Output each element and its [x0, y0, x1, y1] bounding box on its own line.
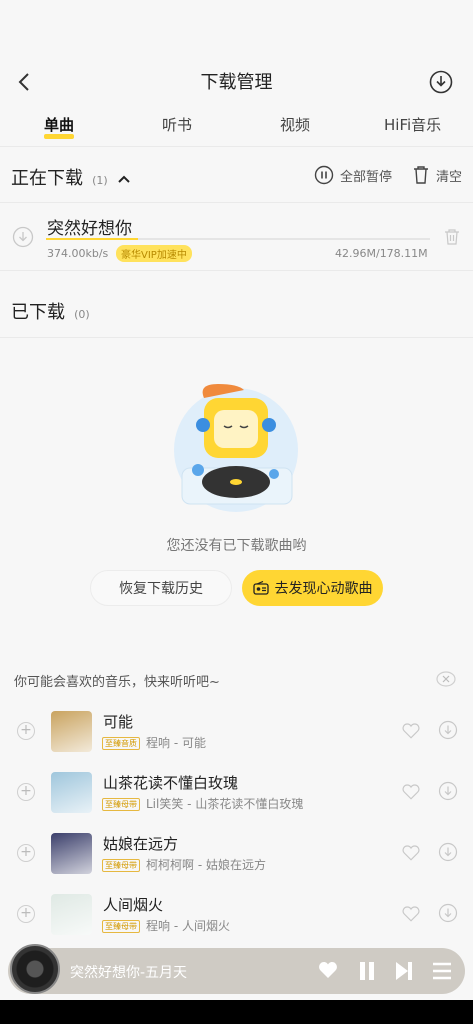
- downloading-count: (1): [92, 174, 108, 187]
- song-title: 人间烟火: [103, 896, 164, 914]
- heart-icon[interactable]: [402, 722, 420, 740]
- empty-state-text: 您还没有已下载歌曲哟: [166, 538, 307, 554]
- playlist-icon[interactable]: [432, 961, 452, 981]
- album-cover-disc[interactable]: [10, 944, 60, 994]
- heart-icon[interactable]: [402, 905, 420, 923]
- download-icon[interactable]: [438, 781, 458, 801]
- pause-all-button[interactable]: 全部暂停: [314, 165, 392, 185]
- tab-hifi[interactable]: HiFi音乐: [384, 114, 441, 135]
- page-title: 下载管理: [200, 72, 273, 93]
- heart-icon[interactable]: [402, 844, 420, 862]
- album-cover[interactable]: [51, 833, 92, 874]
- album-cover[interactable]: [51, 772, 92, 813]
- vip-accelerate-badge: 豪华VIP加速中: [116, 245, 192, 262]
- dj-mascot-illustration: [174, 384, 298, 512]
- downloading-title: 正在下载: [11, 168, 83, 189]
- close-icon[interactable]: [436, 671, 456, 687]
- downloading-header[interactable]: 正在下载 (1): [11, 164, 131, 190]
- mini-player[interactable]: 突然好想你-五月天: [8, 944, 465, 994]
- download-speed: 374.00kb/s: [47, 247, 109, 260]
- add-icon[interactable]: +: [17, 722, 35, 740]
- recommend-row[interactable]: + 可能至臻音质 程响 - 可能: [0, 711, 473, 771]
- system-bottom-bar: [0, 1000, 473, 1024]
- album-cover[interactable]: [51, 894, 92, 935]
- downloaded-title: 已下载: [11, 302, 65, 323]
- download-status-icon[interactable]: [12, 226, 34, 248]
- add-icon[interactable]: +: [17, 783, 35, 801]
- now-playing-title: 突然好想你-五月天: [70, 965, 188, 981]
- download-icon[interactable]: [438, 842, 458, 862]
- quality-badge: 至臻音质: [102, 737, 140, 750]
- download-progress-fill: [46, 238, 139, 240]
- album-cover[interactable]: [51, 711, 92, 752]
- song-artist: 柯柯柯啊 - 姑娘在远方: [146, 858, 266, 872]
- restore-history-button[interactable]: 恢复下载历史: [90, 570, 232, 606]
- recommend-row[interactable]: + 人间烟火至臻母带 程响 - 人间烟火: [0, 894, 473, 954]
- song-title: 姑娘在远方: [103, 835, 179, 853]
- download-progress-bar: [46, 238, 430, 240]
- quality-badge: 至臻母带: [102, 798, 140, 811]
- recommend-row[interactable]: + 山茶花读不懂白玫瑰至臻母带 Lil笑笑 - 山茶花读不懂白玫瑰: [0, 772, 473, 832]
- trash-icon[interactable]: [444, 228, 460, 246]
- add-icon[interactable]: +: [17, 844, 35, 862]
- quality-badge: 至臻母带: [102, 920, 140, 933]
- chevron-up-icon: [118, 175, 130, 183]
- clear-label: 清空: [436, 169, 463, 185]
- downloaded-count: (0): [74, 308, 90, 321]
- downloaded-header: 已下载 (0): [11, 298, 90, 324]
- divider: [0, 202, 473, 203]
- pause-icon[interactable]: [358, 961, 376, 981]
- clear-button[interactable]: 清空: [412, 165, 462, 185]
- download-size: 42.96M/178.11M: [335, 247, 428, 260]
- song-artist: 程响 - 可能: [146, 736, 206, 750]
- tab-single[interactable]: 单曲: [44, 114, 74, 135]
- discover-songs-label: 去发现心动歌曲: [274, 581, 373, 597]
- add-icon[interactable]: +: [17, 905, 35, 923]
- quality-badge: 至臻母带: [102, 859, 140, 872]
- song-artist: Lil笑笑 - 山茶花读不懂白玫瑰: [146, 797, 304, 811]
- trash-icon: [414, 166, 428, 184]
- pause-circle-icon: [314, 165, 334, 185]
- heart-icon[interactable]: [318, 961, 338, 979]
- recommend-row[interactable]: + 姑娘在远方至臻母带 柯柯柯啊 - 姑娘在远方: [0, 833, 473, 893]
- tab-bar: 单曲 听书 视频 HiFi音乐: [0, 114, 473, 144]
- divider: [0, 270, 473, 271]
- radio-icon: [252, 581, 269, 595]
- recommend-heading: 你可能会喜欢的音乐，快来听听吧~: [14, 675, 220, 690]
- heart-icon[interactable]: [402, 783, 420, 801]
- divider: [0, 337, 473, 338]
- tab-video[interactable]: 视频: [280, 114, 310, 135]
- downloading-track-title: 突然好想你: [47, 219, 132, 239]
- song-title: 可能: [103, 713, 134, 731]
- tab-audiobook[interactable]: 听书: [162, 114, 192, 135]
- divider: [0, 146, 473, 147]
- restore-history-label: 恢复下载历史: [119, 581, 203, 597]
- download-icon[interactable]: [438, 720, 458, 740]
- song-artist: 程响 - 人间烟火: [146, 919, 230, 933]
- next-track-icon[interactable]: [395, 961, 413, 981]
- download-icon[interactable]: [438, 903, 458, 923]
- download-circle-icon[interactable]: [429, 70, 453, 94]
- pause-all-label: 全部暂停: [340, 169, 393, 185]
- song-title: 山茶花读不懂白玫瑰: [103, 774, 239, 792]
- discover-songs-button[interactable]: 去发现心动歌曲: [242, 570, 383, 606]
